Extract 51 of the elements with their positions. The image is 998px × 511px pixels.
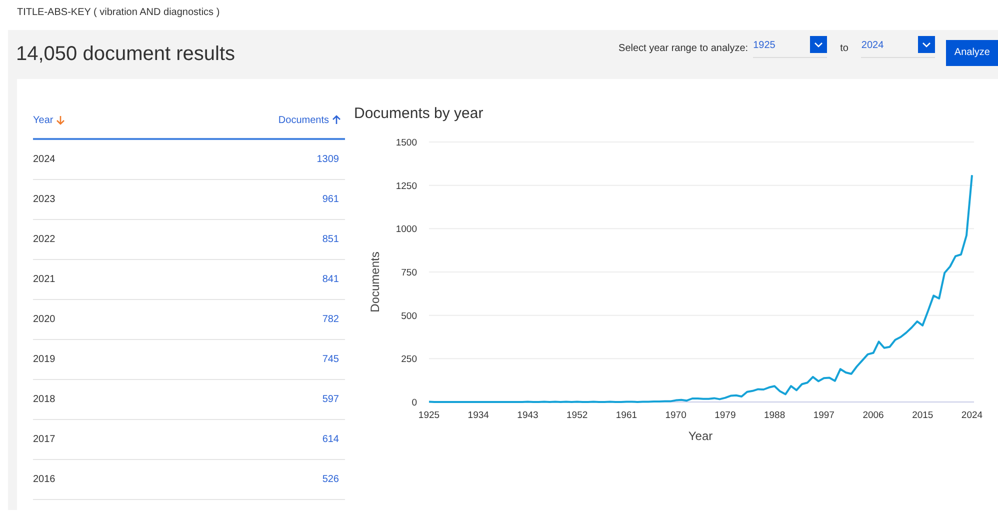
year-cell: 2018 xyxy=(33,394,56,405)
chevron-down-icon[interactable] xyxy=(810,36,828,53)
x-tick-label: 1961 xyxy=(616,410,638,421)
chevron-down-icon[interactable] xyxy=(918,36,936,53)
x-tick-label: 1943 xyxy=(517,410,538,421)
results-title: 14,050 document results xyxy=(16,43,236,66)
y-tick-label: 1500 xyxy=(396,138,417,148)
document-count-link[interactable]: 526 xyxy=(322,474,339,485)
search-query: TITLE-ABS-KEY ( vibration AND diagnostics ) xyxy=(16,6,221,20)
x-tick-label: 2006 xyxy=(862,410,884,421)
year-cell: 2017 xyxy=(33,434,56,445)
year-to-select[interactable]: 2024 xyxy=(861,39,936,58)
x-tick-label: 1934 xyxy=(468,410,489,421)
document-count-link[interactable]: 745 xyxy=(322,354,339,365)
x-tick-label: 2024 xyxy=(961,410,983,421)
x-tick-label: 1979 xyxy=(714,410,736,421)
document-count-link[interactable]: 841 xyxy=(322,274,339,285)
y-tick-label: 750 xyxy=(401,268,417,278)
document-count-link[interactable]: 614 xyxy=(322,434,339,445)
year-range-label: Select year range to analyze: xyxy=(618,43,748,54)
year-cell: 2022 xyxy=(33,234,56,245)
y-tick-label: 250 xyxy=(401,354,417,366)
document-count-link[interactable]: 1309 xyxy=(316,154,339,165)
document-count-link[interactable]: 782 xyxy=(322,314,339,325)
document-count-link[interactable]: 597 xyxy=(322,394,339,405)
year-cell: 2016 xyxy=(33,474,56,485)
x-tick-label: 1925 xyxy=(418,410,440,421)
column-header[interactable]: Year xyxy=(33,114,66,126)
x-tick-label: 1970 xyxy=(665,410,686,421)
x-tick-label: 1952 xyxy=(566,410,588,421)
chart-title: Documents by year xyxy=(354,105,484,122)
y-tick-label: 0 xyxy=(412,398,417,408)
x-tick-label: 2015 xyxy=(912,410,934,421)
analyze-button[interactable]: Analyze xyxy=(946,40,998,66)
document-count-link[interactable]: 851 xyxy=(322,234,339,245)
column-header[interactable]: Documents xyxy=(278,114,341,126)
range-separator: to xyxy=(840,43,848,54)
year-cell: 2019 xyxy=(33,354,56,365)
y-tick-label: 1000 xyxy=(396,224,417,236)
document-count-link[interactable]: 961 xyxy=(322,194,339,205)
y-tick-label: 500 xyxy=(401,310,417,322)
year-cell: 2021 xyxy=(33,274,56,285)
year-cell: 2024 xyxy=(33,154,56,165)
x-tick-label: 1997 xyxy=(813,410,834,421)
year-from-select[interactable]: 1925 xyxy=(753,39,828,58)
year-cell: 2023 xyxy=(33,194,56,205)
y-axis-title: Documents xyxy=(368,252,382,312)
x-tick-label: 1988 xyxy=(764,410,786,421)
x-axis-title: Year xyxy=(688,429,713,443)
y-tick-label: 1250 xyxy=(396,180,417,192)
year-cell: 2020 xyxy=(33,314,56,325)
